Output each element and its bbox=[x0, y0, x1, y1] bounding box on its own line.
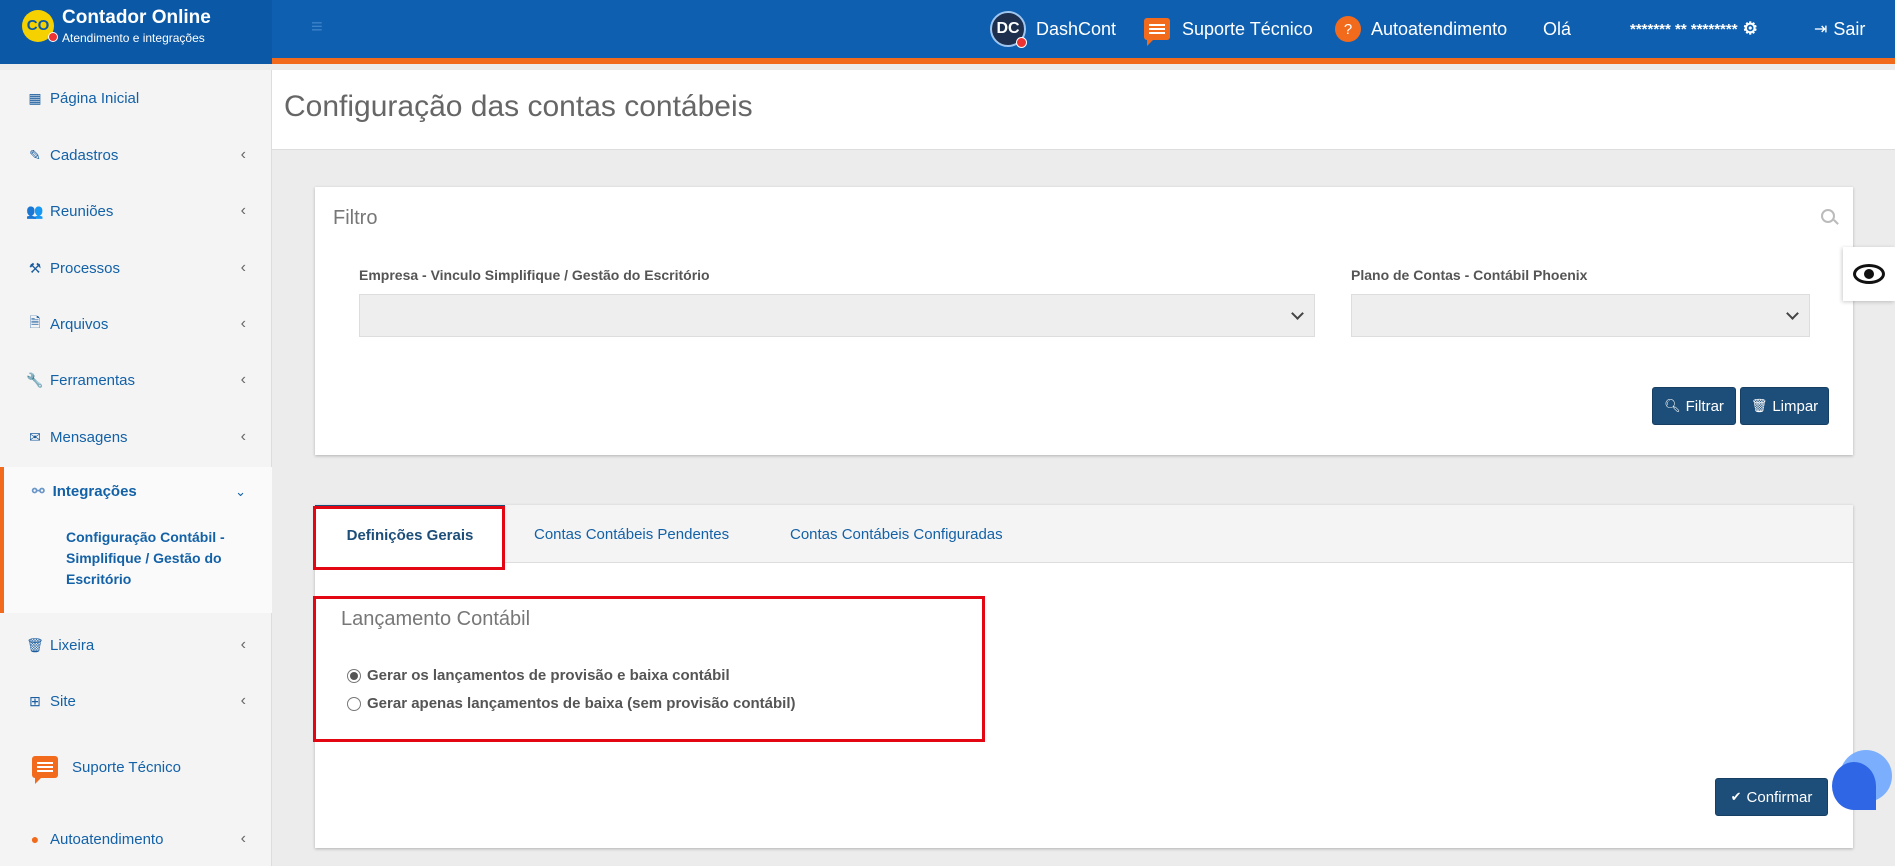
sidebar-item-integracoes[interactable]: ⚯ Integrações ⌄ Configuração Contábil - … bbox=[0, 467, 272, 613]
logout-label: Sair bbox=[1833, 18, 1866, 39]
chevron-left-icon: ‹ bbox=[240, 692, 246, 709]
sign-out-icon: ⇥ bbox=[1814, 21, 1828, 38]
chevron-left-icon: ‹ bbox=[240, 202, 246, 219]
top-header: CO Contador Online Atendimento e integra… bbox=[0, 0, 1895, 64]
chevron-left-icon: ‹ bbox=[240, 259, 246, 276]
nav-dashcont-label: DashCont bbox=[1036, 18, 1117, 39]
plano-select[interactable] bbox=[1351, 294, 1810, 337]
empresa-label: Empresa - Vinculo Simplifique / Gestão d… bbox=[359, 267, 710, 283]
sidebar-item-ferramentas[interactable]: 🔧 Ferramentas ‹ bbox=[0, 360, 272, 400]
check-icon: ✔ bbox=[1730, 789, 1742, 804]
dashboard-icon: ▦ bbox=[28, 89, 42, 106]
highlight-lancamento-box bbox=[313, 596, 985, 742]
search-icon: 🔍︎ bbox=[1664, 398, 1681, 413]
limpar-button[interactable]: 🗑 Limpar bbox=[1740, 387, 1829, 425]
nav-autoatendimento[interactable]: ? Autoatendimento bbox=[1335, 0, 1507, 58]
empresa-select[interactable] bbox=[359, 294, 1315, 337]
sidebar-subitem-configuracao-contabil[interactable]: Configuração Contábil - Simplifique / Ge… bbox=[66, 527, 256, 590]
filtrar-label: Filtrar bbox=[1685, 397, 1724, 415]
user-menu[interactable]: ******* ** ******** ⚙ bbox=[1630, 0, 1758, 58]
sitemap-icon: ⊞ bbox=[29, 692, 41, 709]
wrench-icon: 🔧 bbox=[26, 371, 44, 388]
file-icon: 🗎 bbox=[29, 314, 41, 330]
filter-panel: Filtro Empresa - Vinculo Simplifique / G… bbox=[315, 187, 1853, 455]
nav-dashcont[interactable]: DC DashCont bbox=[990, 0, 1116, 58]
sidebar: ▦ Página Inicial ✎ Cadastros ‹ 👥 Reuniõe… bbox=[0, 70, 272, 866]
gear-icon: ⚙ bbox=[1742, 19, 1758, 38]
edit-icon: ✎ bbox=[29, 146, 41, 163]
sidebar-item-site[interactable]: ⊞ Site ‹ bbox=[0, 681, 272, 721]
chat-widget-icon[interactable] bbox=[1832, 762, 1876, 810]
chevron-left-icon: ‹ bbox=[240, 428, 246, 445]
sidebar-item-processos[interactable]: ⚒ Processos ‹ bbox=[0, 248, 272, 288]
envelope-icon: ✉ bbox=[29, 428, 41, 445]
sidebar-item-arquivos[interactable]: 🗎 Arquivos ‹ bbox=[0, 304, 272, 344]
chevron-left-icon: ‹ bbox=[240, 315, 246, 332]
limpar-label: Limpar bbox=[1772, 397, 1819, 415]
brand[interactable]: CO Contador Online Atendimento e integra… bbox=[0, 0, 272, 64]
eye-icon bbox=[1853, 264, 1885, 284]
sidebar-item-mensagens[interactable]: ✉ Mensagens ‹ bbox=[0, 417, 272, 457]
plano-label: Plano de Contas - Contábil Phoenix bbox=[1351, 267, 1588, 283]
nav-suporte-label: Suporte Técnico bbox=[1182, 18, 1313, 39]
gavel-icon: ⚒ bbox=[28, 259, 42, 276]
brand-subtitle: Atendimento e integrações bbox=[62, 31, 205, 45]
sidebar-item-label: Página Inicial bbox=[50, 89, 140, 107]
menu-toggle-icon[interactable]: ≡ bbox=[311, 16, 323, 39]
page-header: Configuração das contas contábeis bbox=[272, 70, 1895, 150]
highlight-tab-box bbox=[313, 506, 505, 570]
sidebar-item-label: Reuniões bbox=[50, 202, 114, 220]
sidebar-item-cadastros[interactable]: ✎ Cadastros ‹ bbox=[0, 135, 272, 175]
sidebar-item-autoatendimento[interactable]: ● Autoatendimento ‹ bbox=[0, 819, 272, 859]
brand-title: Contador Online bbox=[62, 7, 211, 28]
chevron-left-icon: ‹ bbox=[240, 371, 246, 388]
chevron-down-icon bbox=[1786, 307, 1799, 320]
nav-autoatendimento-label: Autoatendimento bbox=[1371, 18, 1508, 39]
question-icon: ● bbox=[30, 831, 40, 847]
greeting: Olá bbox=[1543, 18, 1572, 39]
sidebar-support-link[interactable]: Suporte Técnico bbox=[32, 756, 181, 784]
trash-icon: 🗑 bbox=[26, 636, 44, 653]
sidebar-item-label: Ferramentas bbox=[50, 371, 136, 389]
user-name: ******* ** ******** bbox=[1630, 20, 1738, 38]
users-icon: 👥 bbox=[26, 202, 44, 219]
chevron-left-icon: ‹ bbox=[240, 146, 246, 163]
tab-bar: Definições Gerais Contas Contábeis Pende… bbox=[315, 505, 1853, 563]
chevron-down-icon bbox=[1291, 307, 1304, 320]
sidebar-item-pagina-inicial[interactable]: ▦ Página Inicial bbox=[0, 78, 272, 118]
confirmar-label: Confirmar bbox=[1746, 788, 1813, 806]
chat-icon bbox=[1144, 18, 1170, 46]
sidebar-item-lixeira[interactable]: 🗑 Lixeira ‹ bbox=[0, 625, 272, 665]
nav-suporte[interactable]: Suporte Técnico bbox=[1144, 0, 1313, 58]
filtrar-button[interactable]: 🔍︎ Filtrar bbox=[1652, 387, 1736, 425]
tab-contas-pendentes[interactable]: Contas Contábeis Pendentes bbox=[534, 505, 729, 563]
tab-contas-configuradas[interactable]: Contas Contábeis Configuradas bbox=[790, 505, 1003, 563]
sidebar-item-label: Autoatendimento bbox=[50, 830, 164, 848]
brand-logo-badge bbox=[48, 32, 58, 42]
sidebar-item-integracoes-title[interactable]: ⚯ Integrações bbox=[32, 482, 137, 501]
logout-button[interactable]: ⇥ Sair bbox=[1814, 0, 1865, 58]
chat-icon bbox=[32, 756, 58, 784]
sidebar-item-label: Site bbox=[50, 692, 76, 710]
sidebar-item-label: Processos bbox=[50, 259, 121, 277]
plug-icon: ⚯ bbox=[32, 483, 45, 500]
sidebar-item-label: Mensagens bbox=[50, 428, 128, 446]
sidebar-item-label: Cadastros bbox=[50, 146, 119, 164]
search-icon[interactable] bbox=[1821, 209, 1835, 223]
sidebar-item-label: Lixeira bbox=[50, 636, 95, 654]
sidebar-item-label: Integrações bbox=[52, 482, 137, 500]
sidebar-item-reunioes[interactable]: 👥 Reuniões ‹ bbox=[0, 191, 272, 231]
question-icon: ? bbox=[1335, 16, 1361, 42]
filter-title: Filtro bbox=[333, 207, 378, 229]
chevron-left-icon: ‹ bbox=[240, 830, 246, 847]
chevron-left-icon: ‹ bbox=[240, 636, 246, 653]
sidebar-item-label: Arquivos bbox=[50, 315, 109, 333]
trash-icon: 🗑 bbox=[1750, 398, 1768, 413]
dashcont-logo-icon: DC bbox=[990, 11, 1027, 48]
page-title: Configuração das contas contábeis bbox=[284, 90, 753, 123]
visibility-toggle[interactable] bbox=[1843, 247, 1895, 301]
chevron-down-icon: ⌄ bbox=[235, 484, 246, 499]
sidebar-support-label: Suporte Técnico bbox=[72, 758, 181, 776]
confirmar-button[interactable]: ✔ Confirmar bbox=[1715, 778, 1828, 816]
